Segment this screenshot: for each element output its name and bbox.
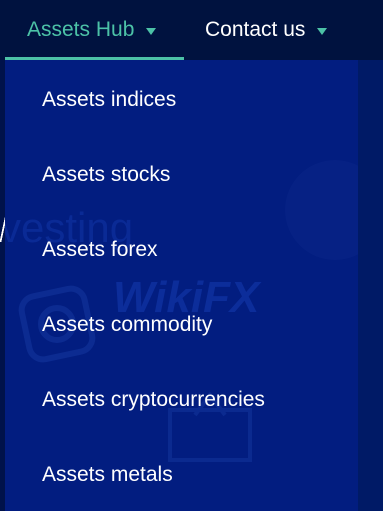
menu-item-assets-stocks[interactable]: Assets stocks bbox=[42, 157, 170, 193]
menu-item-assets-metals[interactable]: Assets metals bbox=[42, 457, 173, 493]
nav-contact-us-label: Contact us bbox=[205, 18, 306, 41]
nav-assets-hub[interactable]: Assets Hub bbox=[5, 0, 184, 60]
nav-contact-us[interactable]: Contact us bbox=[205, 0, 328, 60]
background-page-right bbox=[358, 60, 383, 511]
menu-item-assets-commodity[interactable]: Assets commodity bbox=[42, 307, 212, 343]
chevron-down-icon bbox=[317, 27, 328, 35]
chevron-down-icon bbox=[146, 27, 157, 35]
menu-item-assets-cryptocurrencies[interactable]: Assets cryptocurrencies bbox=[42, 382, 265, 418]
app-viewport: Assets Hub Contact us vesting WikiFX Ass… bbox=[0, 0, 383, 511]
wikifx-watermark: vesting WikiFX bbox=[5, 160, 358, 462]
nav-assets-hub-label: Assets Hub bbox=[27, 18, 135, 41]
menu-item-assets-forex[interactable]: Assets forex bbox=[42, 232, 158, 268]
watermark-disc-icon bbox=[285, 160, 358, 260]
top-navigation: Assets Hub Contact us bbox=[0, 0, 383, 60]
assets-hub-dropdown: vesting WikiFX Assets indices Assets sto… bbox=[5, 60, 358, 511]
menu-item-assets-indices[interactable]: Assets indices bbox=[42, 82, 176, 118]
